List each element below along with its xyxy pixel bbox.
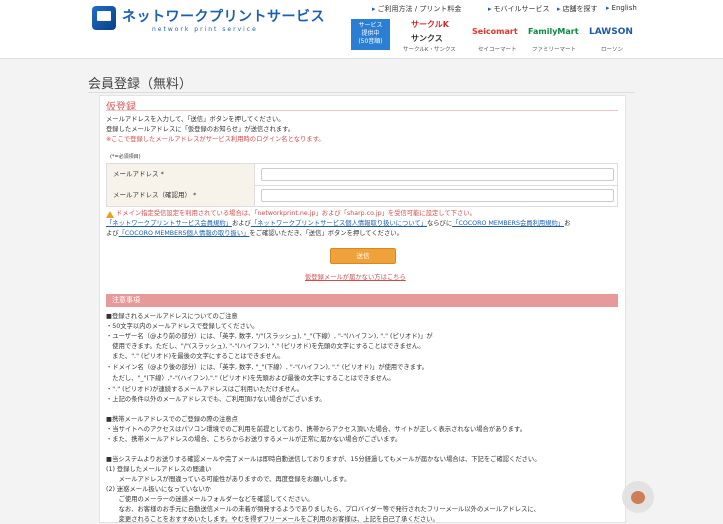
nav-usage-link[interactable]: ▸ ご利用方法 / プリント料金 (372, 4, 461, 14)
circlek-logo[interactable]: サークルK (411, 19, 449, 30)
arrow-right-icon: ▸ (557, 5, 561, 13)
lawson-logo[interactable]: LAWSON (589, 27, 633, 37)
note-line: 使用できます。ただし、"/"(スラッシュ), "-"(ハイフン), "." (ピ… (106, 343, 425, 350)
form-row-email: メールアドレス * (107, 164, 617, 186)
email-label: メールアドレス * (107, 164, 255, 185)
note-line: ・当サイトへのアクセスはパソコン環境でのご利用を前提としており、携帯からアクセス… (106, 426, 527, 433)
note-line: (2) 迷惑メール扱いになっていないか (106, 486, 212, 493)
terms-line: 「ネットワークプリントサービス会員規約」および「ネットワークプリントサービス個人… (106, 220, 571, 227)
no-mail-link[interactable]: 仮登録メールが届かない方はこちら (305, 274, 406, 282)
familymart-label: ファミリーマート (532, 47, 577, 53)
nav-store-search-link[interactable]: ▸ 店舗を探す (557, 4, 598, 14)
circlek-sunkus-label: サークルK・サンクス (403, 47, 456, 53)
email-confirm-label: メールアドレス（確認用） * (107, 185, 255, 206)
note-line: ■当システムよりお送りする確認メールや完了メールは即時自動送信しておりますが、1… (106, 456, 541, 463)
site-logo-subtitle: network print service (152, 26, 258, 33)
email-confirm-field[interactable] (261, 189, 614, 202)
submit-button[interactable]: 送信 (330, 248, 396, 264)
privacy-link[interactable]: 「ネットワークプリントサービス個人情報取り扱いについて」 (251, 220, 427, 227)
cocoro-terms-link[interactable]: 「COCORO MEMBERS会員利用規約」 (452, 220, 564, 227)
note-line: ■登録されるメールアドレスについてのご注意 (106, 313, 238, 320)
note-line: メールアドレスが間違っている可能性がありますので、再度登録をお願いします。 (106, 476, 351, 483)
note-line: ・上記の条件以外のメールアドレスでも、ご利用頂けない場合がございます。 (106, 396, 326, 403)
required-note: (*=必須項目) (110, 154, 141, 160)
site-logo-title[interactable]: ネットワークプリントサービス (122, 6, 325, 26)
login-name-note: ※ここで登録したメールアドレスがサービス利用時のログイン名となります。 (106, 136, 325, 143)
divider (88, 92, 635, 93)
email-field[interactable] (261, 168, 614, 181)
note-line: ただし、"_"(下線）,"-"(ハイフン),"." (ピリオド)を先頭および最後… (106, 375, 395, 382)
arrow-right-icon: ▸ (488, 5, 492, 13)
registration-form: メールアドレス * メールアドレス（確認用） * (106, 163, 618, 207)
note-line: ・ドメイン名（@より後の部分）には、「英字, 数字, "_"(下線）, "-"(… (106, 364, 428, 371)
domain-notice: ドメイン指定受信設定を利用されている場合は、「networkprint.ne.j… (116, 210, 476, 217)
cocoro-privacy-link[interactable]: 「COCORO MEMBERS個人情報の取り扱い」 (119, 230, 250, 237)
note-line: ・50文字以内のメールアドレスで登録してください。 (106, 323, 259, 330)
seicomart-logo[interactable]: Seicomart (472, 27, 518, 36)
nav-mobile-link[interactable]: ▸ モバイルサービス (488, 4, 550, 14)
note-line: ・また、携帯メールアドレスの場合、こちらからお送りするメールが正常に届かない場合… (106, 436, 402, 443)
terms-line-2: よび「COCORO MEMBERS個人情報の取り扱い」をご確認いただき、「送信」… (106, 230, 403, 237)
intro-text: 登録したメールアドレスに「仮登録のお知らせ」が送信されます。 (106, 126, 295, 133)
note-line: ・"." (ピリオド)が連続するメールアドレスはご利用いただけません。 (106, 386, 304, 393)
warning-icon (106, 211, 114, 218)
note-line: (1) 登録したメールアドレスの間違い (106, 466, 212, 473)
seicomart-label: セイコーマート (478, 47, 517, 53)
note-line: ご使用のメーラーの迷惑メールフォルダーなどを確認してください。 (106, 496, 314, 503)
terms-link[interactable]: 「ネットワークプリントサービス会員規約」 (106, 220, 232, 227)
familymart-logo[interactable]: FamilyMart (528, 27, 579, 36)
lawson-label: ローソン (601, 47, 624, 53)
watermark-monkey-icon (622, 481, 654, 513)
note-line: ■携帯メールアドレスでのご登録の際の注意点 (106, 416, 238, 423)
note-line: ・ユーザー名（@より前の部分）には、「英字, 数字, "/"(スラッシュ), "… (106, 333, 433, 340)
form-row-email-confirm: メールアドレス（確認用） * (107, 185, 617, 206)
nav-english-link[interactable]: ▸ English (606, 4, 637, 12)
printer-logo-icon[interactable] (92, 6, 116, 30)
note-line: なお、お客様のお手元に自動送信メールの未着が頻発するようでありましたら、プロバイ… (106, 506, 540, 513)
notes-heading: 注意事項 (106, 294, 618, 307)
note-line: また、"." (ピリオド)を最後の文字にすることはできません。 (106, 353, 285, 360)
service-provider-badge: サービス 提供中 (50音順) (351, 19, 390, 50)
intro-text: メールアドレスを入力して、「送信」ボタンを押してください。 (106, 116, 285, 123)
divider (106, 110, 618, 111)
arrow-right-icon: ▸ (372, 5, 376, 13)
arrow-right-icon: ▸ (606, 4, 610, 12)
sunkus-logo[interactable]: サンクス (411, 33, 443, 44)
site-header: ネットワークプリントサービス network print service ▸ ご利… (0, 0, 723, 59)
page-title: 会員登録（無料） (88, 77, 193, 92)
